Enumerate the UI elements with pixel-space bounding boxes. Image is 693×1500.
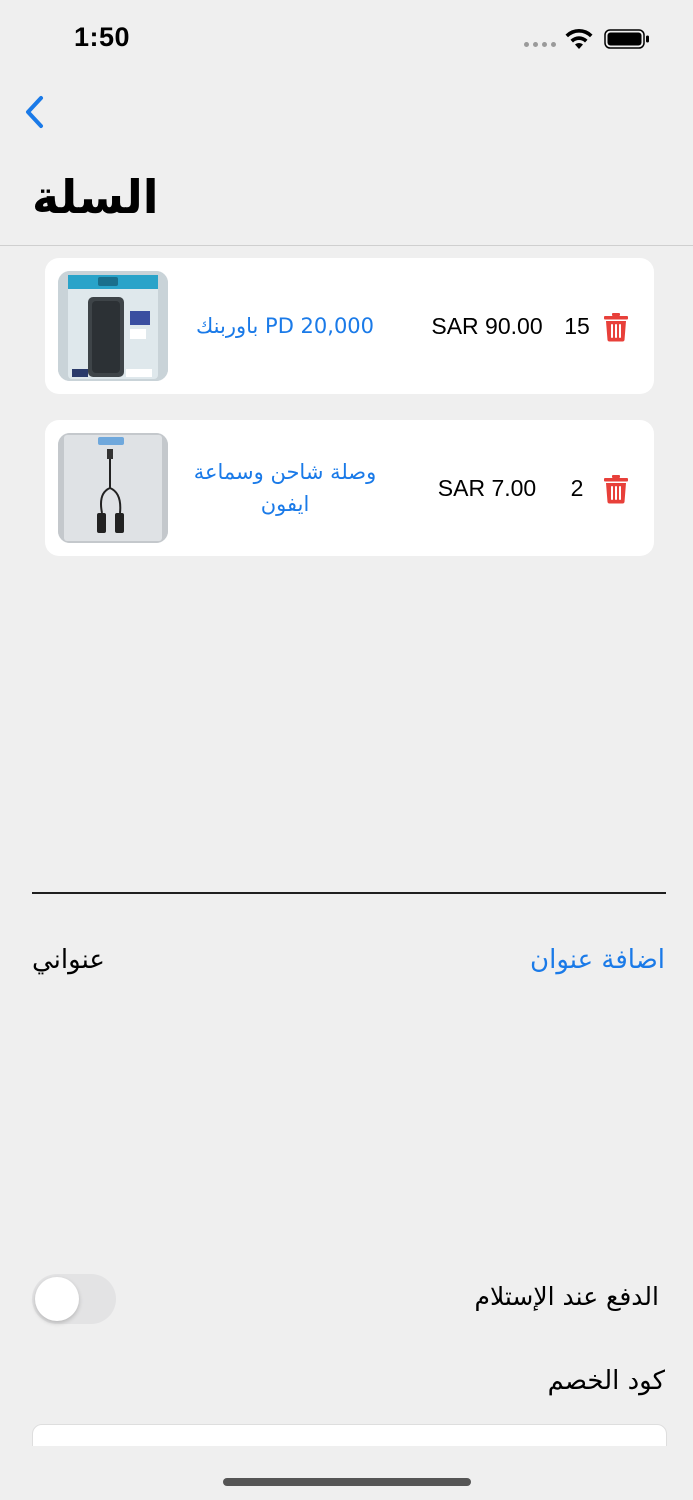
- chevron-left-icon: [26, 96, 43, 128]
- cash-on-delivery-toggle[interactable]: [32, 1274, 116, 1324]
- cash-on-delivery-label: الدفع عند الإستلام: [474, 1282, 659, 1311]
- item-price: SAR 90.00: [431, 312, 543, 339]
- status-time: 1:50: [74, 22, 131, 52]
- discount-code-label: كود الخصم: [547, 1366, 665, 1396]
- trash-icon: [604, 313, 628, 342]
- bottom-safe-area: [0, 1446, 693, 1500]
- back-button[interactable]: [14, 88, 54, 136]
- product-image-power-bank[interactable]: [58, 271, 168, 381]
- item-quantity: 2: [570, 474, 584, 501]
- delete-button[interactable]: [601, 472, 631, 506]
- item-quantity: 15: [564, 312, 590, 339]
- title-divider: [0, 245, 693, 246]
- battery-icon: [604, 29, 649, 49]
- item-name[interactable]: وصلة شاحن وسماعة ايفون: [175, 420, 395, 556]
- add-address-button[interactable]: اضافة عنوان: [530, 945, 665, 975]
- home-indicator[interactable]: [223, 1478, 471, 1486]
- wifi-icon: [565, 28, 593, 49]
- my-address-label: عنواني: [32, 945, 105, 975]
- signal-icon: [524, 42, 556, 47]
- product-image-charger-cable[interactable]: [58, 433, 168, 543]
- toggle-knob: [35, 1277, 79, 1321]
- item-price: SAR 7.00: [437, 474, 537, 501]
- trash-icon: [604, 475, 628, 504]
- delete-button[interactable]: [601, 310, 631, 344]
- page-title: السلة: [32, 170, 159, 224]
- section-divider: [32, 892, 666, 894]
- cart-item: وصلة شاحن وسماعة ايفون SAR 7.00 2: [45, 420, 654, 556]
- item-name[interactable]: باوربنك PD 20,000: [175, 258, 395, 394]
- status-bar: 1:50: [0, 0, 693, 80]
- cart-list: باوربنك PD 20,000 SAR 90.00 15 وصلة شاحن…: [45, 258, 654, 582]
- cart-item: باوربنك PD 20,000 SAR 90.00 15: [45, 258, 654, 394]
